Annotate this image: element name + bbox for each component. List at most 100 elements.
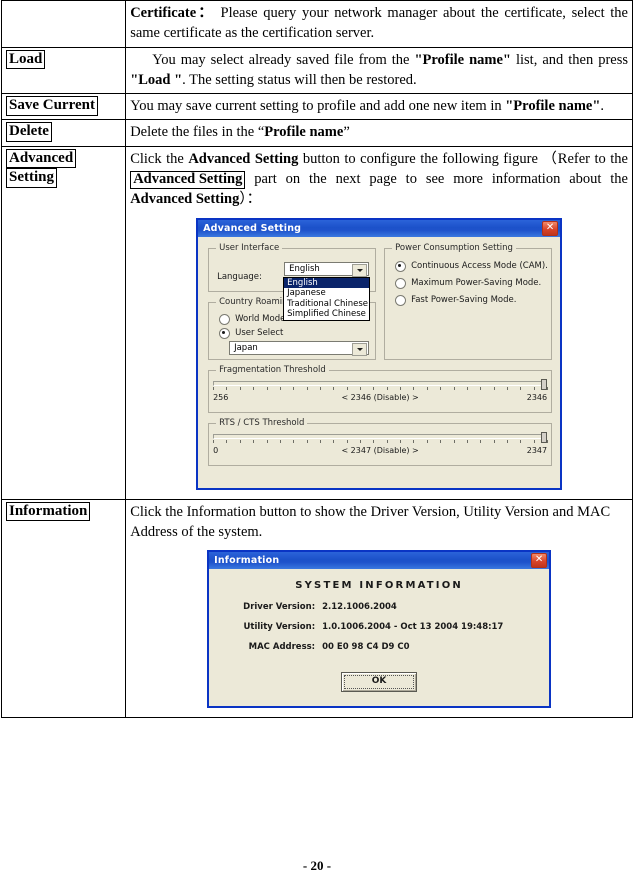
fragmentation-min: 256	[213, 392, 229, 402]
rts-cts-slider-track[interactable]	[213, 433, 548, 439]
dialog-body: SYSTEM INFORMATION Driver Version: 2.12.…	[209, 569, 550, 707]
radio-cam-label: Continuous Access Mode (CAM).	[411, 261, 548, 272]
delete-profile-name-term: Profile name	[264, 124, 344, 141]
language-dropdown-list[interactable]: English Japanese Traditional Chinese Sim…	[283, 276, 371, 321]
fragmentation-slider-track[interactable]	[213, 380, 548, 386]
group-power-consumption-title: Power Consumption Setting	[392, 242, 516, 253]
ok-button[interactable]: OK	[341, 672, 418, 693]
fragmentation-current: < 2346 (Disable) >	[341, 392, 419, 402]
dialog-title-bar: Information ✕	[209, 552, 550, 570]
rts-cts-slider-labels: 0 < 2347 (Disable) > 2347	[213, 446, 547, 457]
radio-world-mode-icon[interactable]	[219, 313, 231, 325]
radio-user-select[interactable]: User Select	[219, 327, 283, 339]
group-rts-cts-title: RTS / CTS Threshold	[216, 417, 308, 428]
load-text-a: You may select already saved file from t…	[152, 51, 415, 68]
table-row: Information Click the Information button…	[0, 498, 633, 719]
radio-fast-power-saving[interactable]: Fast Power-Saving Mode.	[395, 294, 548, 306]
adv-text-e: part on the next page to see more inform…	[245, 171, 628, 188]
load-profile-name-term: "Profile name"	[414, 51, 511, 68]
save-text-a: You may save current setting to profile …	[130, 98, 506, 115]
row-desc-advanced-setting: Click the Advanced Setting button to con…	[125, 145, 633, 500]
language-combo-value: English	[289, 263, 320, 274]
fragmentation-max: 2346	[526, 392, 548, 402]
table-row: Advanced Setting Click the Advanced Sett…	[0, 145, 633, 500]
delete-text-a: Delete the files in the “	[130, 124, 265, 141]
load-text-c: list, and then press	[511, 51, 628, 68]
save-profile-name-term: "Profile name"	[505, 98, 601, 115]
dropdown-option-traditional-chinese[interactable]: Traditional Chinese	[284, 299, 369, 310]
chevron-down-icon[interactable]	[352, 263, 368, 277]
utility-version-value: 1.0.1006.2004 - Oct 13 2004 19:48:17	[322, 622, 504, 633]
chevron-down-icon[interactable]	[352, 342, 368, 356]
dialog-body: User Interface Language: English English…	[198, 236, 561, 488]
adv-text-c: button to configure the following figure…	[298, 150, 628, 167]
driver-version-value: 2.12.1006.2004	[322, 602, 397, 613]
language-label: Language:	[217, 271, 262, 282]
dialog-title: Advanced Setting	[203, 222, 302, 234]
dropdown-option-english[interactable]: English	[284, 277, 370, 289]
dropdown-option-japanese[interactable]: Japanese	[284, 288, 369, 299]
driver-version-row: Driver Version: 2.12.1006.2004	[223, 602, 535, 612]
utility-version-label: Utility Version:	[243, 622, 316, 633]
certificate-term: Certificate	[130, 5, 197, 21]
close-icon[interactable]: ✕	[542, 220, 559, 236]
table-row: Load You may select already saved file f…	[0, 46, 633, 95]
radio-world-mode-label: World Mode	[235, 314, 286, 325]
group-rts-cts-threshold: RTS / CTS Threshold 0 < 2347 (Disable) >…	[208, 417, 553, 466]
page-number: - 20 -	[302, 858, 332, 873]
table-row: Certificate： Please query your network m…	[0, 0, 633, 48]
row-desc-information: Click the Information button to show the…	[125, 498, 633, 719]
close-icon[interactable]: ✕	[531, 553, 548, 569]
certificate-colon: ：	[196, 5, 215, 21]
radio-world-mode[interactable]: World Mode	[219, 313, 286, 325]
dialog-title-bar: Advanced Setting ✕	[198, 219, 561, 237]
rts-cts-min: 0	[213, 445, 219, 455]
group-fragmentation-title: Fragmentation Threshold	[216, 364, 329, 375]
load-text-e: . The setting status will then be restor…	[182, 71, 417, 88]
fragmentation-slider-labels: 256 < 2346 (Disable) > 2346	[213, 393, 547, 404]
rts-cts-slider-ticks	[213, 439, 549, 445]
row-label-cell-information: Information	[0, 498, 127, 719]
mac-address-label: MAC Address:	[248, 642, 316, 653]
radio-cam[interactable]: Continuous Access Mode (CAM).	[395, 260, 548, 272]
radio-fast-power-saving-label: Fast Power-Saving Mode.	[411, 295, 517, 306]
delete-text-c: ”	[343, 124, 350, 141]
row-label-cell-empty	[0, 0, 127, 48]
group-power-consumption: Power Consumption Setting Continuous Acc…	[384, 242, 553, 360]
adv-term-3: Advanced Setting	[130, 191, 240, 208]
dialog-button-row: OK	[223, 668, 535, 698]
radio-fast-power-saving-icon[interactable]	[395, 294, 407, 306]
country-combo-value: Japan	[234, 342, 258, 353]
row-label-cell-advanced-setting: Advanced Setting	[0, 145, 127, 500]
adv-text-a: Click the	[130, 150, 189, 167]
feature-description-table: Certificate： Please query your network m…	[0, 0, 633, 719]
label-delete: Delete	[6, 122, 52, 142]
radio-max-power-saving[interactable]: Maximum Power-Saving Mode.	[395, 277, 548, 289]
country-combo[interactable]: Japan	[229, 340, 370, 356]
mac-address-value: 00 E0 98 C4 D9 C0	[322, 642, 410, 653]
fragmentation-slider[interactable]	[213, 378, 549, 393]
radio-user-select-icon[interactable]	[219, 327, 231, 339]
radio-max-power-saving-label: Maximum Power-Saving Mode.	[411, 278, 542, 289]
row-label-cell-save-current: Save Current	[0, 93, 127, 121]
language-combo[interactable]: English	[284, 261, 370, 277]
rts-cts-current: < 2347 (Disable) >	[341, 445, 419, 455]
radio-cam-icon[interactable]	[395, 260, 407, 272]
load-term: "Load "	[130, 71, 183, 88]
rts-cts-slider[interactable]	[213, 431, 549, 446]
label-save-current: Save Current	[6, 96, 98, 116]
dropdown-option-simplified-chinese[interactable]: Simplified Chinese	[284, 309, 369, 320]
row-desc-certificate: Certificate： Please query your network m…	[125, 0, 633, 48]
row-desc-delete: Delete the files in the “Profile name”	[125, 119, 633, 147]
mac-address-row: MAC Address: 00 E0 98 C4 D9 C0	[223, 642, 535, 652]
rts-cts-max: 2347	[526, 445, 548, 455]
information-dialog[interactable]: Information ✕ SYSTEM INFORMATION Driver …	[207, 550, 552, 709]
radio-max-power-saving-icon[interactable]	[395, 277, 407, 289]
label-advanced: Advanced	[6, 148, 77, 169]
system-information-heading: SYSTEM INFORMATION	[295, 580, 463, 592]
adv-text-g: ）：	[239, 191, 262, 208]
advanced-setting-dialog[interactable]: Advanced Setting ✕ User Interface Langua…	[196, 217, 563, 490]
save-text-c: .	[600, 98, 605, 115]
row-desc-save-current: You may save current setting to profile …	[125, 93, 633, 121]
row-label-cell-load: Load	[0, 46, 127, 95]
